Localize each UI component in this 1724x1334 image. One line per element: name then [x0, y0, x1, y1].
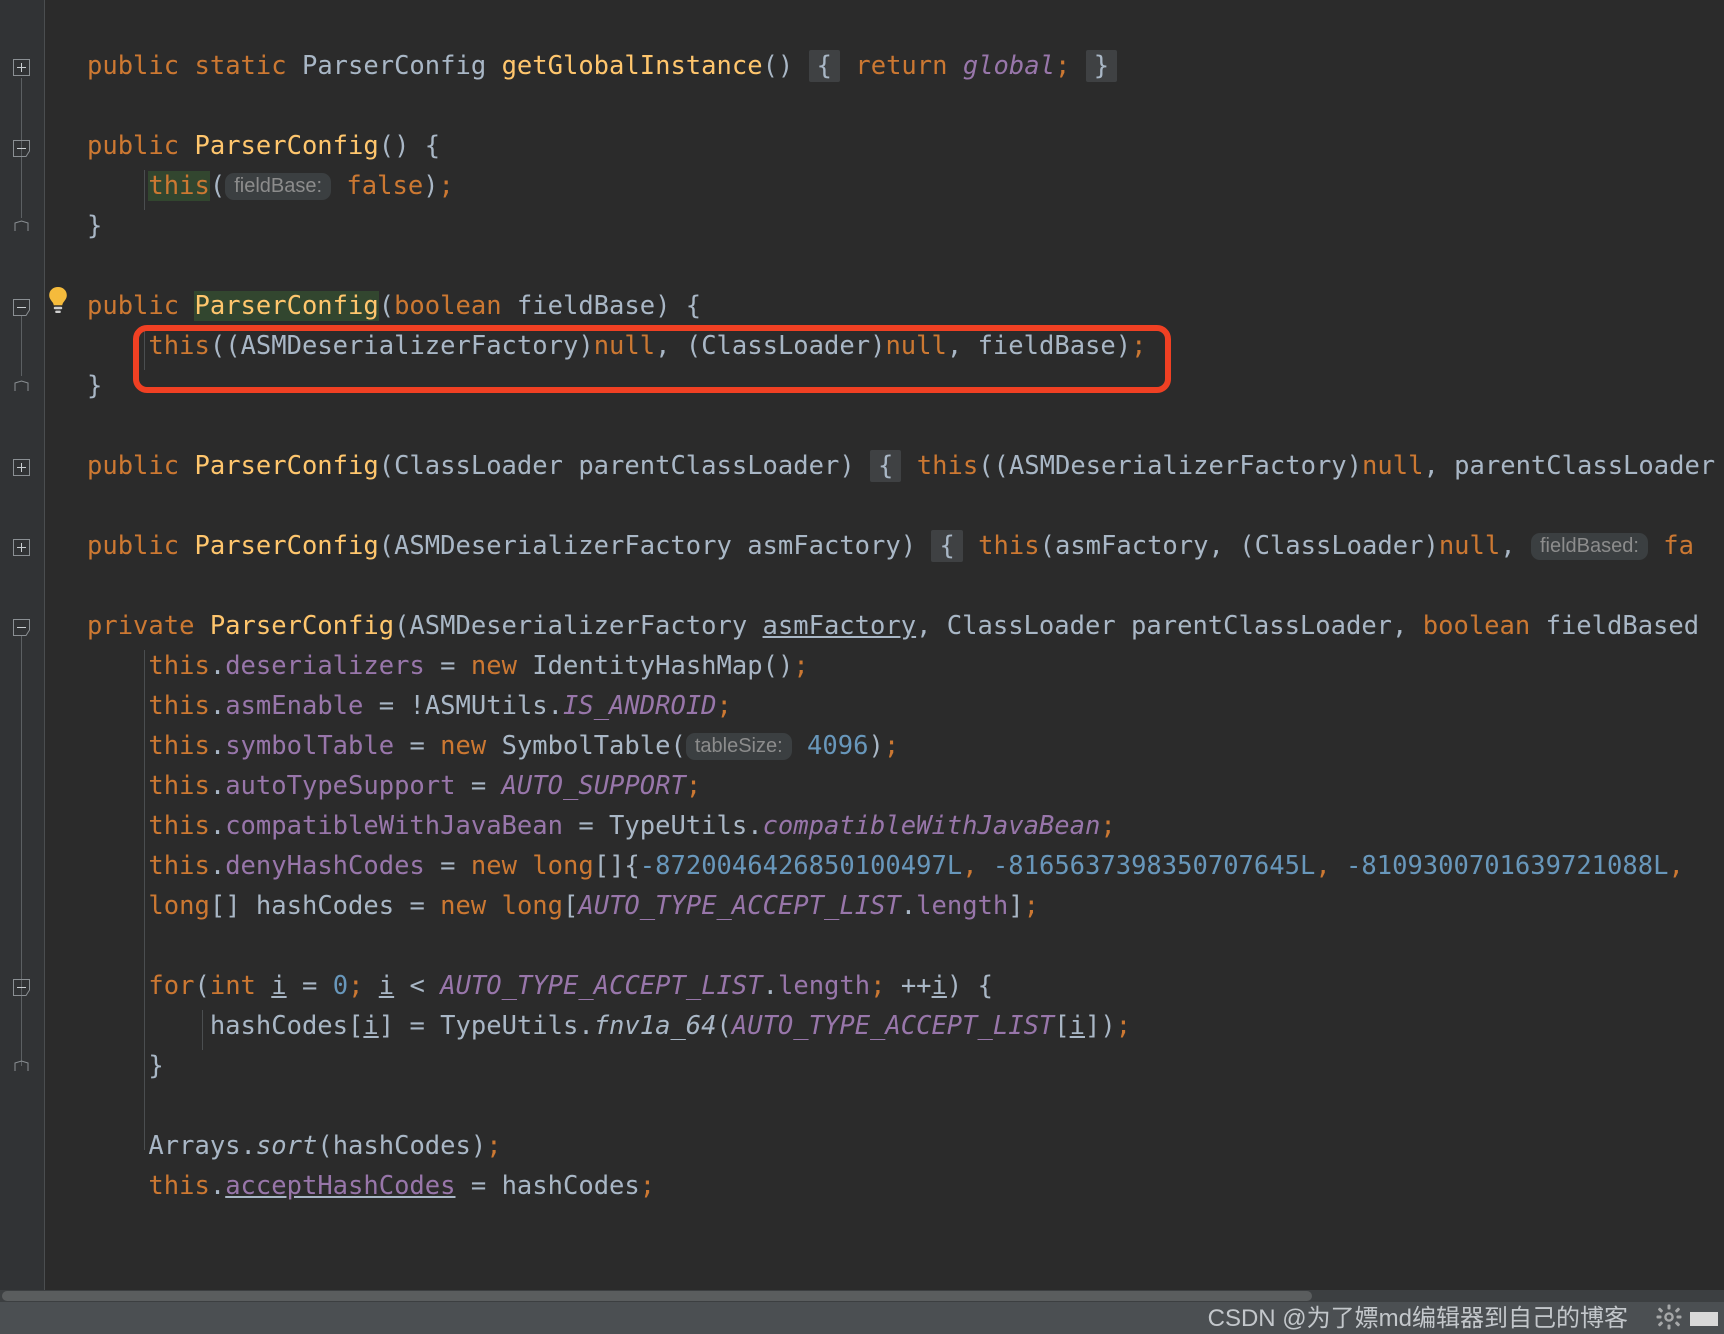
horizontal-scrollbar-thumb[interactable] — [2, 1291, 1312, 1301]
code-line[interactable]: this.denyHashCodes = new long[]{-8720046… — [87, 846, 1683, 886]
code-line-annotated[interactable]: this((ASMDeserializerFactory)null, (Clas… — [87, 326, 1146, 366]
code-line[interactable]: this.autoTypeSupport = AUTO_SUPPORT; — [87, 766, 701, 806]
fold-collapse-icon[interactable] — [10, 616, 32, 638]
code-line[interactable]: public ParserConfig(ASMDeserializerFacto… — [87, 526, 1694, 566]
code-line[interactable]: this.acceptHashCodes = hashCodes; — [87, 1166, 655, 1206]
gear-icon[interactable] — [1656, 1304, 1682, 1330]
code-line[interactable]: public ParserConfig(ClassLoader parentCl… — [87, 446, 1715, 486]
fold-expand-icon[interactable] — [10, 456, 32, 478]
fold-region-line — [21, 316, 22, 376]
code-line[interactable]: } — [87, 366, 102, 406]
code-line[interactable]: } — [87, 206, 102, 246]
code-line[interactable]: } — [87, 1046, 163, 1086]
code-line[interactable]: hashCodes[i] = TypeUtils.fnv1a_64(AUTO_T… — [87, 1006, 1131, 1046]
code-line[interactable]: long[] hashCodes = new long[AUTO_TYPE_AC… — [87, 886, 1039, 926]
fold-end-icon[interactable] — [10, 1055, 32, 1077]
parameter-hint-tablesize: tableSize: — [685, 733, 792, 760]
code-line[interactable]: public ParserConfig(boolean fieldBase) { — [87, 286, 701, 326]
code-editor-surface[interactable]: public static ParserConfig getGlobalInst… — [45, 0, 1724, 1290]
editor-gutter[interactable] — [0, 0, 44, 1290]
fold-expand-icon[interactable] — [10, 56, 32, 78]
fold-collapse-icon[interactable] — [10, 137, 32, 159]
fold-end-icon[interactable] — [10, 215, 32, 237]
code-line[interactable]: this.symbolTable = new SymbolTable(table… — [87, 726, 899, 766]
code-line[interactable]: this.asmEnable = !ASMUtils.IS_ANDROID; — [87, 686, 731, 726]
fold-collapse-icon[interactable] — [10, 296, 32, 318]
code-line[interactable]: this.deserializers = new IdentityHashMap… — [87, 646, 808, 686]
parameter-hint-fieldbased: fieldBased: — [1530, 533, 1648, 560]
fold-end-icon[interactable] — [10, 375, 32, 397]
code-line[interactable]: public ParserConfig() { — [87, 126, 440, 166]
fold-collapse-icon[interactable] — [10, 976, 32, 998]
code-line[interactable]: Arrays.sort(hashCodes); — [87, 1126, 501, 1166]
code-line[interactable]: this.compatibleWithJavaBean = TypeUtils.… — [87, 806, 1115, 846]
fold-expand-icon[interactable] — [10, 536, 32, 558]
code-line[interactable]: private ParserConfig(ASMDeserializerFact… — [87, 606, 1699, 646]
code-line[interactable]: public static ParserConfig getGlobalInst… — [87, 46, 1118, 86]
ide-editor-window: public static ParserConfig getGlobalInst… — [0, 0, 1724, 1334]
parameter-hint-fieldbase: fieldBase: — [225, 173, 332, 200]
code-line[interactable]: for(int i = 0; i < AUTO_TYPE_ACCEPT_LIST… — [87, 966, 993, 1006]
watermark-text: CSDN @为了嫖md编辑器到自己的博客 — [1207, 1305, 1628, 1332]
code-line[interactable]: this(fieldBase: false); — [87, 166, 454, 206]
status-bar-indicator[interactable] — [1690, 1312, 1718, 1326]
fold-region-line — [21, 158, 22, 218]
